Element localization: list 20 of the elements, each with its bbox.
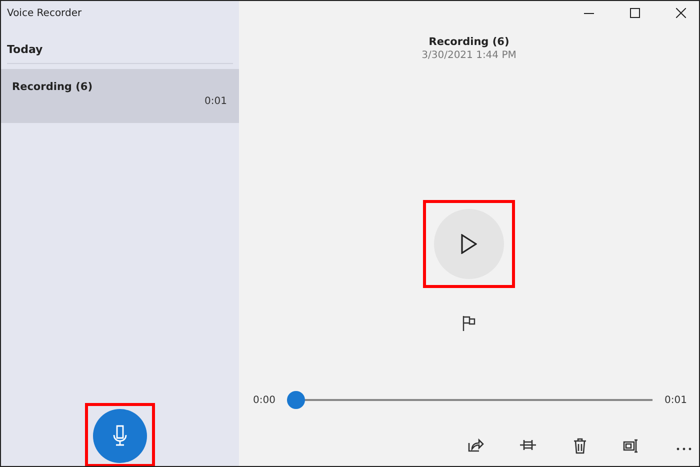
group-header: Today [7, 43, 233, 64]
recording-duration: 0:01 [204, 96, 227, 107]
microphone-icon [112, 425, 128, 447]
recording-date: 3/30/2021 1:44 PM [422, 50, 516, 61]
more-icon [676, 446, 692, 450]
flag-icon[interactable] [462, 315, 476, 331]
play-icon [461, 234, 477, 254]
slider-thumb[interactable] [287, 391, 306, 409]
trash-icon [571, 437, 589, 455]
elapsed-time: 0:00 [253, 394, 276, 406]
recording-item[interactable]: Recording (6) 0:01 [1, 69, 239, 123]
maximize-icon [630, 8, 640, 18]
minimize-icon [584, 12, 594, 14]
close-icon [676, 8, 686, 18]
recording-name: Recording (6) [12, 81, 94, 93]
window-title: Voice Recorder [6, 7, 83, 21]
total-time: 0:01 [664, 394, 687, 406]
record-button[interactable] [93, 409, 147, 463]
delete-button[interactable] [571, 437, 589, 455]
recording-title: Recording (6) [428, 36, 510, 48]
